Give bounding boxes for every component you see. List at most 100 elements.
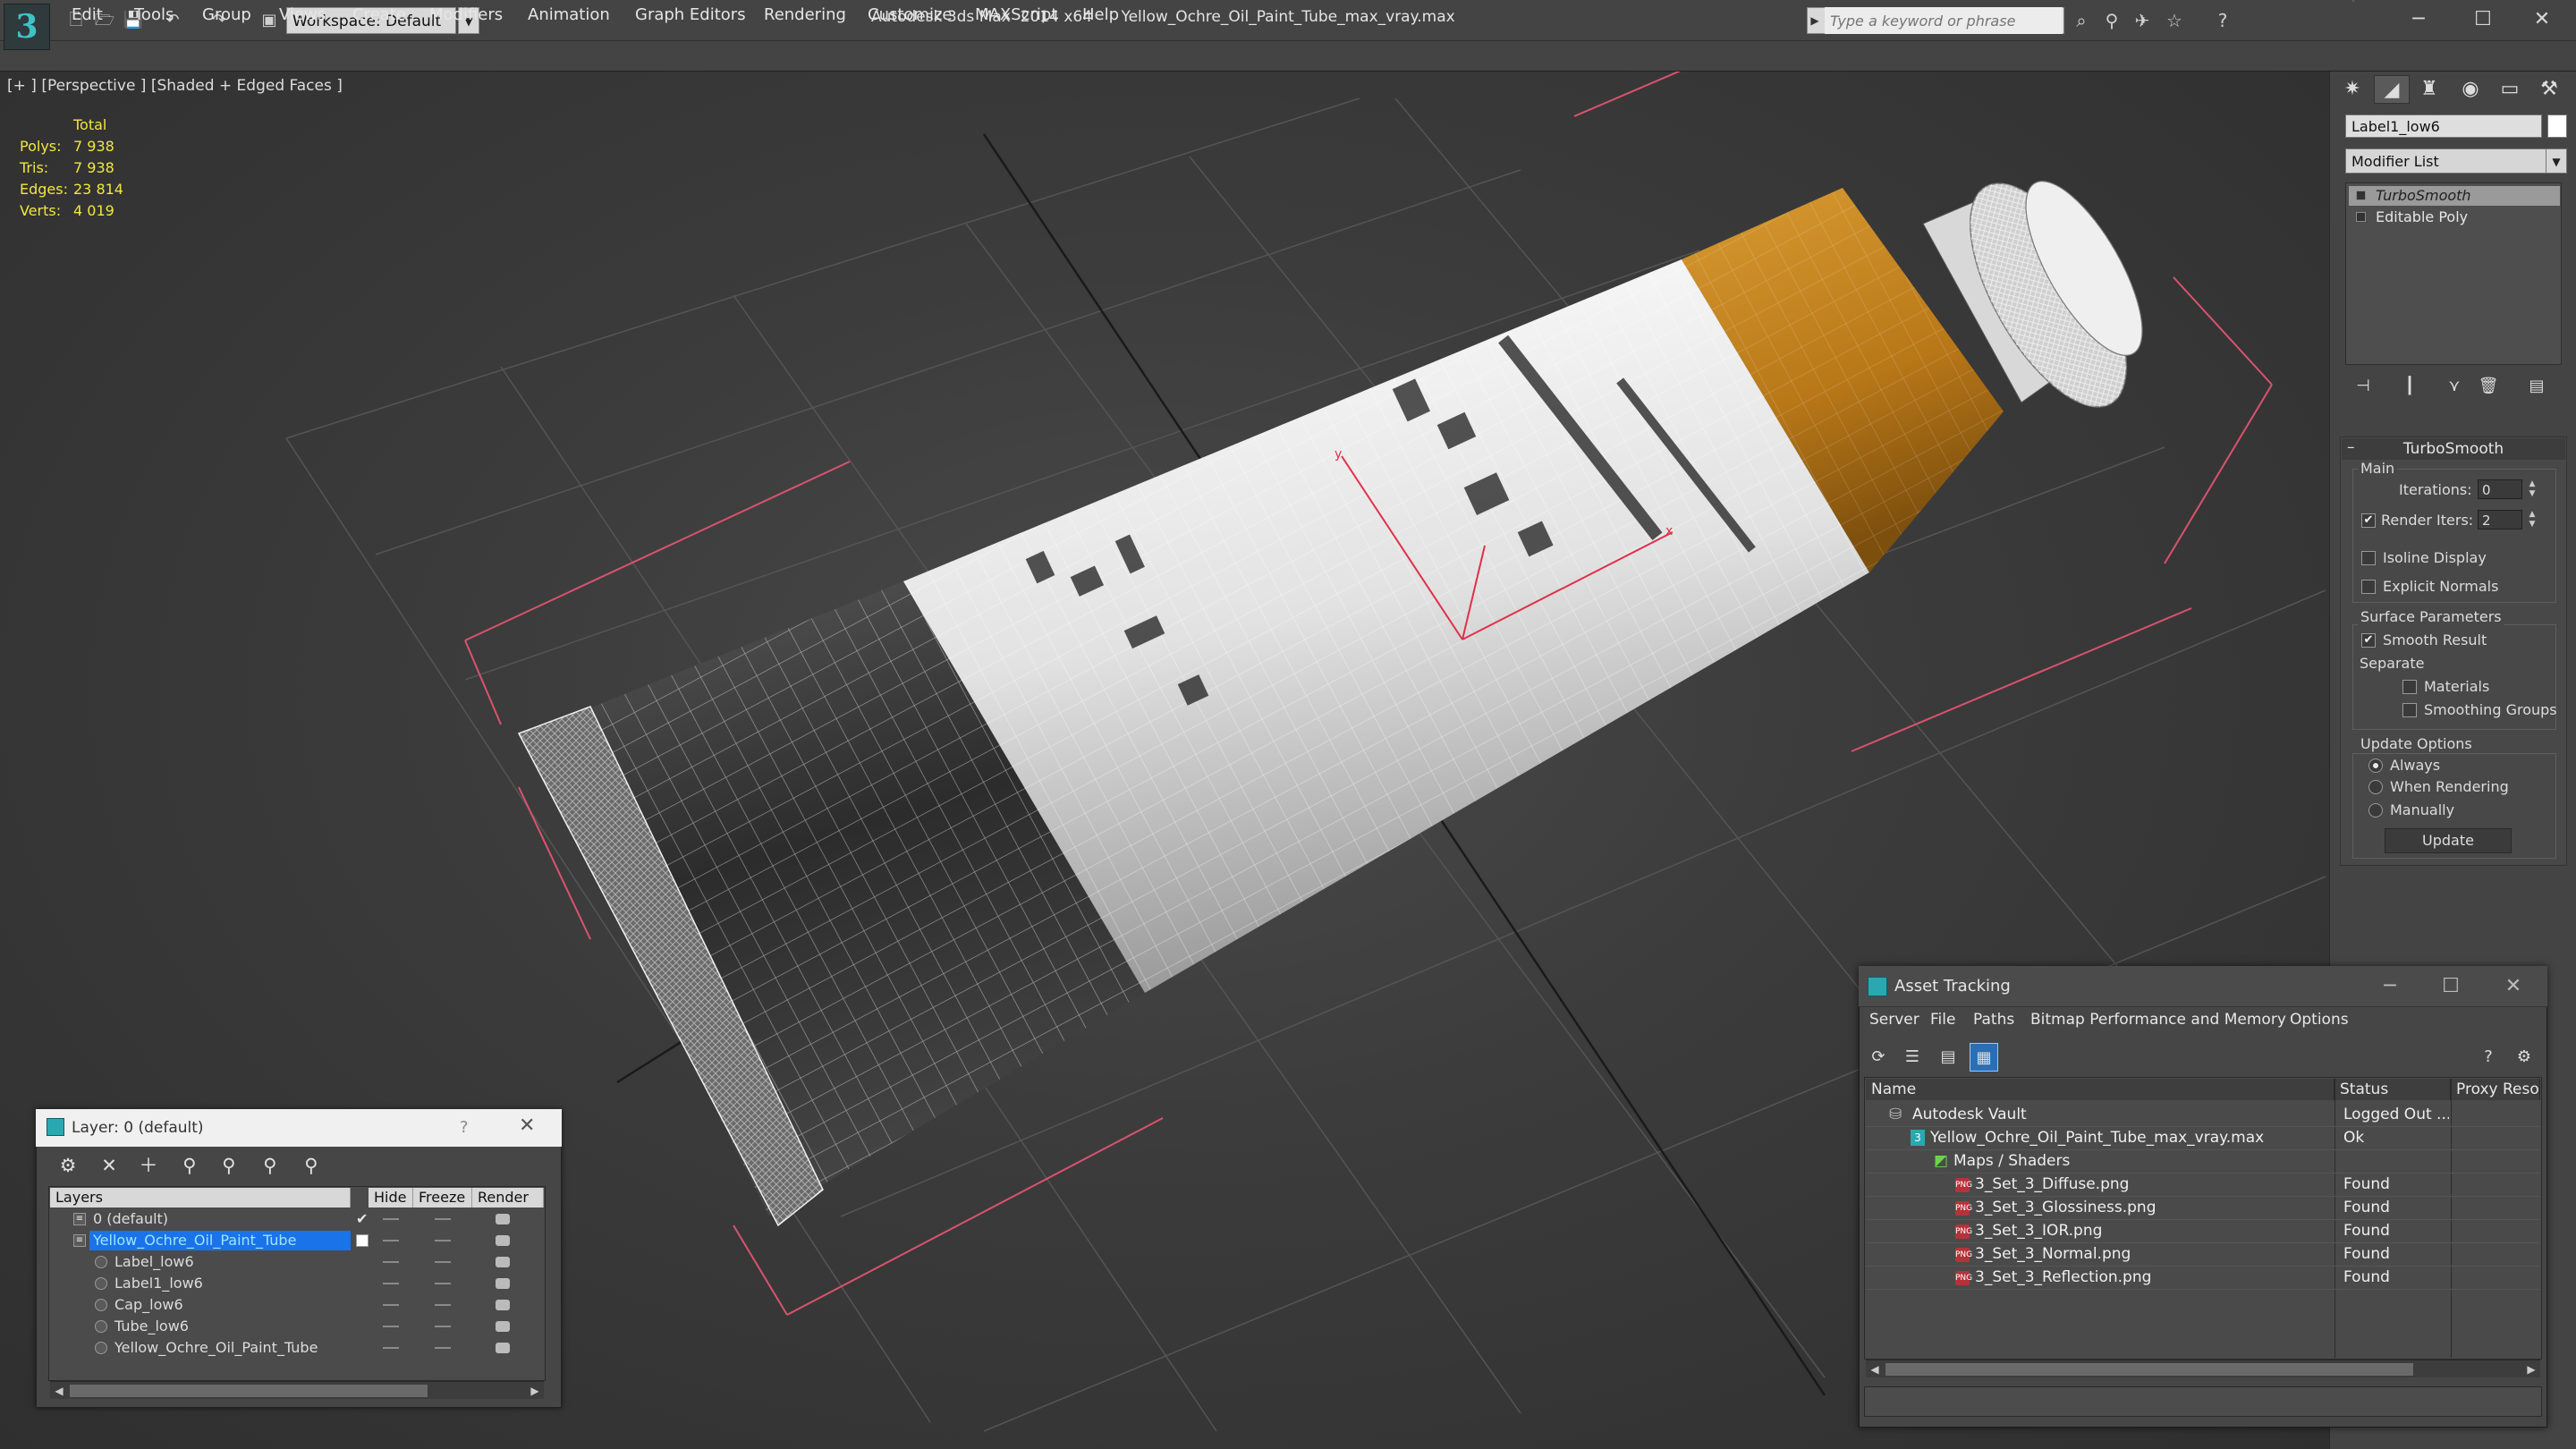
modifier-list-dropdown[interactable]: Modifier List: [2345, 148, 2547, 174]
minimize-icon[interactable]: ─: [2372, 973, 2408, 1000]
hide-toggle[interactable]: [383, 1283, 399, 1284]
manually-radio[interactable]: [2368, 803, 2383, 818]
delete-layer-icon[interactable]: ✕: [93, 1150, 125, 1181]
freeze-toggle[interactable]: [435, 1240, 451, 1241]
collapse-icon[interactable]: –: [2347, 438, 2355, 456]
maximize-icon[interactable]: ☐: [2433, 973, 2469, 1000]
layer-object-row[interactable]: Tube_low6: [50, 1316, 544, 1337]
render-teapot-icon[interactable]: [496, 1235, 510, 1246]
object-color-swatch[interactable]: [2547, 114, 2567, 138]
materials-checkbox[interactable]: [2402, 680, 2417, 694]
hide-toggle[interactable]: [383, 1261, 399, 1263]
hide-toggle[interactable]: [383, 1347, 399, 1349]
freeze-toggle[interactable]: [435, 1304, 451, 1306]
layer-object-row[interactable]: Label1_low6: [50, 1273, 544, 1294]
utilities-tab-icon[interactable]: ⚒: [2531, 75, 2567, 104]
close-icon[interactable]: ✕: [2496, 973, 2531, 1000]
remove-modifier-icon[interactable]: 🗑: [2476, 374, 2501, 399]
make-unique-icon[interactable]: ⋎: [2442, 374, 2467, 399]
menu-edit[interactable]: Edit: [72, 4, 103, 27]
asset-menu-paths[interactable]: Paths: [1973, 1011, 2014, 1030]
maximize-icon[interactable]: ☐: [2451, 4, 2515, 36]
modify-tab-icon[interactable]: ◢: [2374, 75, 2410, 104]
select-objects-icon[interactable]: ⚲: [174, 1150, 206, 1181]
render-iters-checkbox[interactable]: ✔: [2361, 513, 2376, 528]
list-view-icon[interactable]: ☰: [1898, 1043, 1927, 1072]
expand-icon[interactable]: [2356, 212, 2366, 222]
explicit-normals-checkbox[interactable]: [2361, 580, 2376, 594]
hide-toggle[interactable]: [383, 1326, 399, 1327]
favorites-star-icon[interactable]: ☆: [2161, 9, 2188, 32]
table-view-icon[interactable]: ▦: [1970, 1043, 1998, 1072]
layer-object-row[interactable]: Yellow_Ochre_Oil_Paint_Tube: [50, 1337, 544, 1359]
asset-row[interactable]: PNG 3_Set_3_Reflection.png Found: [1866, 1267, 2540, 1290]
column-header-hide[interactable]: Hide: [369, 1188, 413, 1208]
layer-row[interactable]: ≡ 0 (default) ✔: [50, 1208, 544, 1230]
freeze-toggle[interactable]: [435, 1283, 451, 1284]
asset-row[interactable]: PNG 3_Set_3_Diffuse.png Found: [1866, 1174, 2540, 1197]
scrollbar-thumb[interactable]: [70, 1385, 428, 1397]
hide-toggle[interactable]: [383, 1304, 399, 1306]
close-icon[interactable]: ✕: [2510, 4, 2574, 36]
menu-group[interactable]: Group: [202, 4, 251, 27]
render-teapot-icon[interactable]: [496, 1321, 510, 1332]
menu-help[interactable]: Help: [1082, 4, 1119, 27]
select-layer-icon[interactable]: ⚲: [213, 1150, 245, 1181]
asset-row[interactable]: PNG 3_Set_3_Glossiness.png Found: [1866, 1197, 2540, 1220]
app-logo-icon[interactable]: 3: [4, 4, 50, 50]
column-header-proxy-resolution[interactable]: Proxy Reso: [2451, 1079, 2540, 1100]
rollout-header[interactable]: TurboSmooth: [2342, 438, 2565, 460]
stack-item-editable-poly[interactable]: Editable Poly: [2349, 208, 2560, 227]
render-teapot-icon[interactable]: [496, 1300, 510, 1310]
lightbulb-icon[interactable]: [2356, 191, 2366, 200]
close-icon[interactable]: ✕: [519, 1114, 535, 1137]
render-teapot-icon[interactable]: [496, 1214, 510, 1224]
menu-maxscript[interactable]: MAXScript: [975, 4, 1057, 27]
set-active-checkbox[interactable]: [356, 1234, 369, 1247]
layer-settings-icon[interactable]: ⚙: [52, 1150, 84, 1181]
column-header-status[interactable]: Status: [2334, 1079, 2451, 1100]
hide-toggle[interactable]: [383, 1218, 399, 1220]
scroll-left-icon[interactable]: ◀: [1866, 1360, 1884, 1378]
refresh-icon[interactable]: ⟳: [1864, 1043, 1893, 1072]
hide-toggle[interactable]: [383, 1240, 399, 1241]
asset-row[interactable]: ◩ Maps / Shaders: [1866, 1150, 2540, 1174]
menu-customize[interactable]: Customize: [868, 4, 952, 27]
layer-horizontal-scrollbar[interactable]: ◀ ▶: [50, 1381, 544, 1399]
active-layer-check-icon[interactable]: ✔: [356, 1208, 368, 1230]
help-icon[interactable]: ?: [2209, 9, 2236, 32]
subscription-icon[interactable]: ⚲: [2098, 9, 2125, 32]
freeze-toggle[interactable]: [435, 1347, 451, 1349]
search-expand-icon[interactable]: ▶: [1807, 7, 1823, 34]
asset-row[interactable]: PNG 3_Set_3_Normal.png Found: [1866, 1243, 2540, 1267]
column-header-name[interactable]: Name: [1866, 1079, 2334, 1100]
add-layer-icon[interactable]: ＋: [132, 1150, 165, 1181]
iterations-spinner[interactable]: 0: [2478, 479, 2522, 499]
freeze-toggle[interactable]: [435, 1261, 451, 1263]
scroll-right-icon[interactable]: ▶: [526, 1382, 544, 1400]
asset-row[interactable]: PNG 3_Set_3_IOR.png Found: [1866, 1220, 2540, 1243]
minimize-icon[interactable]: ─: [2386, 4, 2451, 36]
stack-item-turbosmooth[interactable]: TurboSmooth: [2349, 186, 2560, 206]
asset-row[interactable]: ⛁ Autodesk Vault Logged Out ...: [1866, 1104, 2540, 1127]
menu-rendering[interactable]: Rendering: [764, 4, 846, 27]
create-tab-icon[interactable]: ✷: [2334, 75, 2370, 104]
highlight-layer-icon[interactable]: ⚲: [254, 1150, 286, 1181]
smoothing-groups-checkbox[interactable]: [2402, 703, 2417, 717]
show-end-result-icon[interactable]: ┃: [2397, 374, 2422, 399]
column-header-freeze[interactable]: Freeze: [413, 1188, 472, 1208]
detail-view-icon[interactable]: ▤: [1934, 1043, 1962, 1072]
always-radio[interactable]: [2368, 758, 2383, 773]
when-rendering-radio[interactable]: [2368, 780, 2383, 794]
layer-row-selected[interactable]: ≡ Yellow_Ochre_Oil_Paint_Tube: [50, 1230, 544, 1251]
menu-modifiers[interactable]: Modifiers: [429, 4, 503, 27]
layer-object-row[interactable]: Cap_low6: [50, 1294, 544, 1316]
freeze-toggle[interactable]: [435, 1326, 451, 1327]
layer-object-row[interactable]: Label_low6: [50, 1251, 544, 1273]
scrollbar-thumb[interactable]: [1885, 1363, 2413, 1376]
spinner-arrows-icon[interactable]: ▲ ▼: [2526, 479, 2538, 499]
configure-sets-icon[interactable]: ▤: [2524, 374, 2549, 399]
column-header-layers[interactable]: Layers: [50, 1188, 351, 1208]
asset-menu-server[interactable]: Server: [1869, 1011, 1919, 1030]
settings-icon[interactable]: ⚙: [2510, 1043, 2538, 1072]
